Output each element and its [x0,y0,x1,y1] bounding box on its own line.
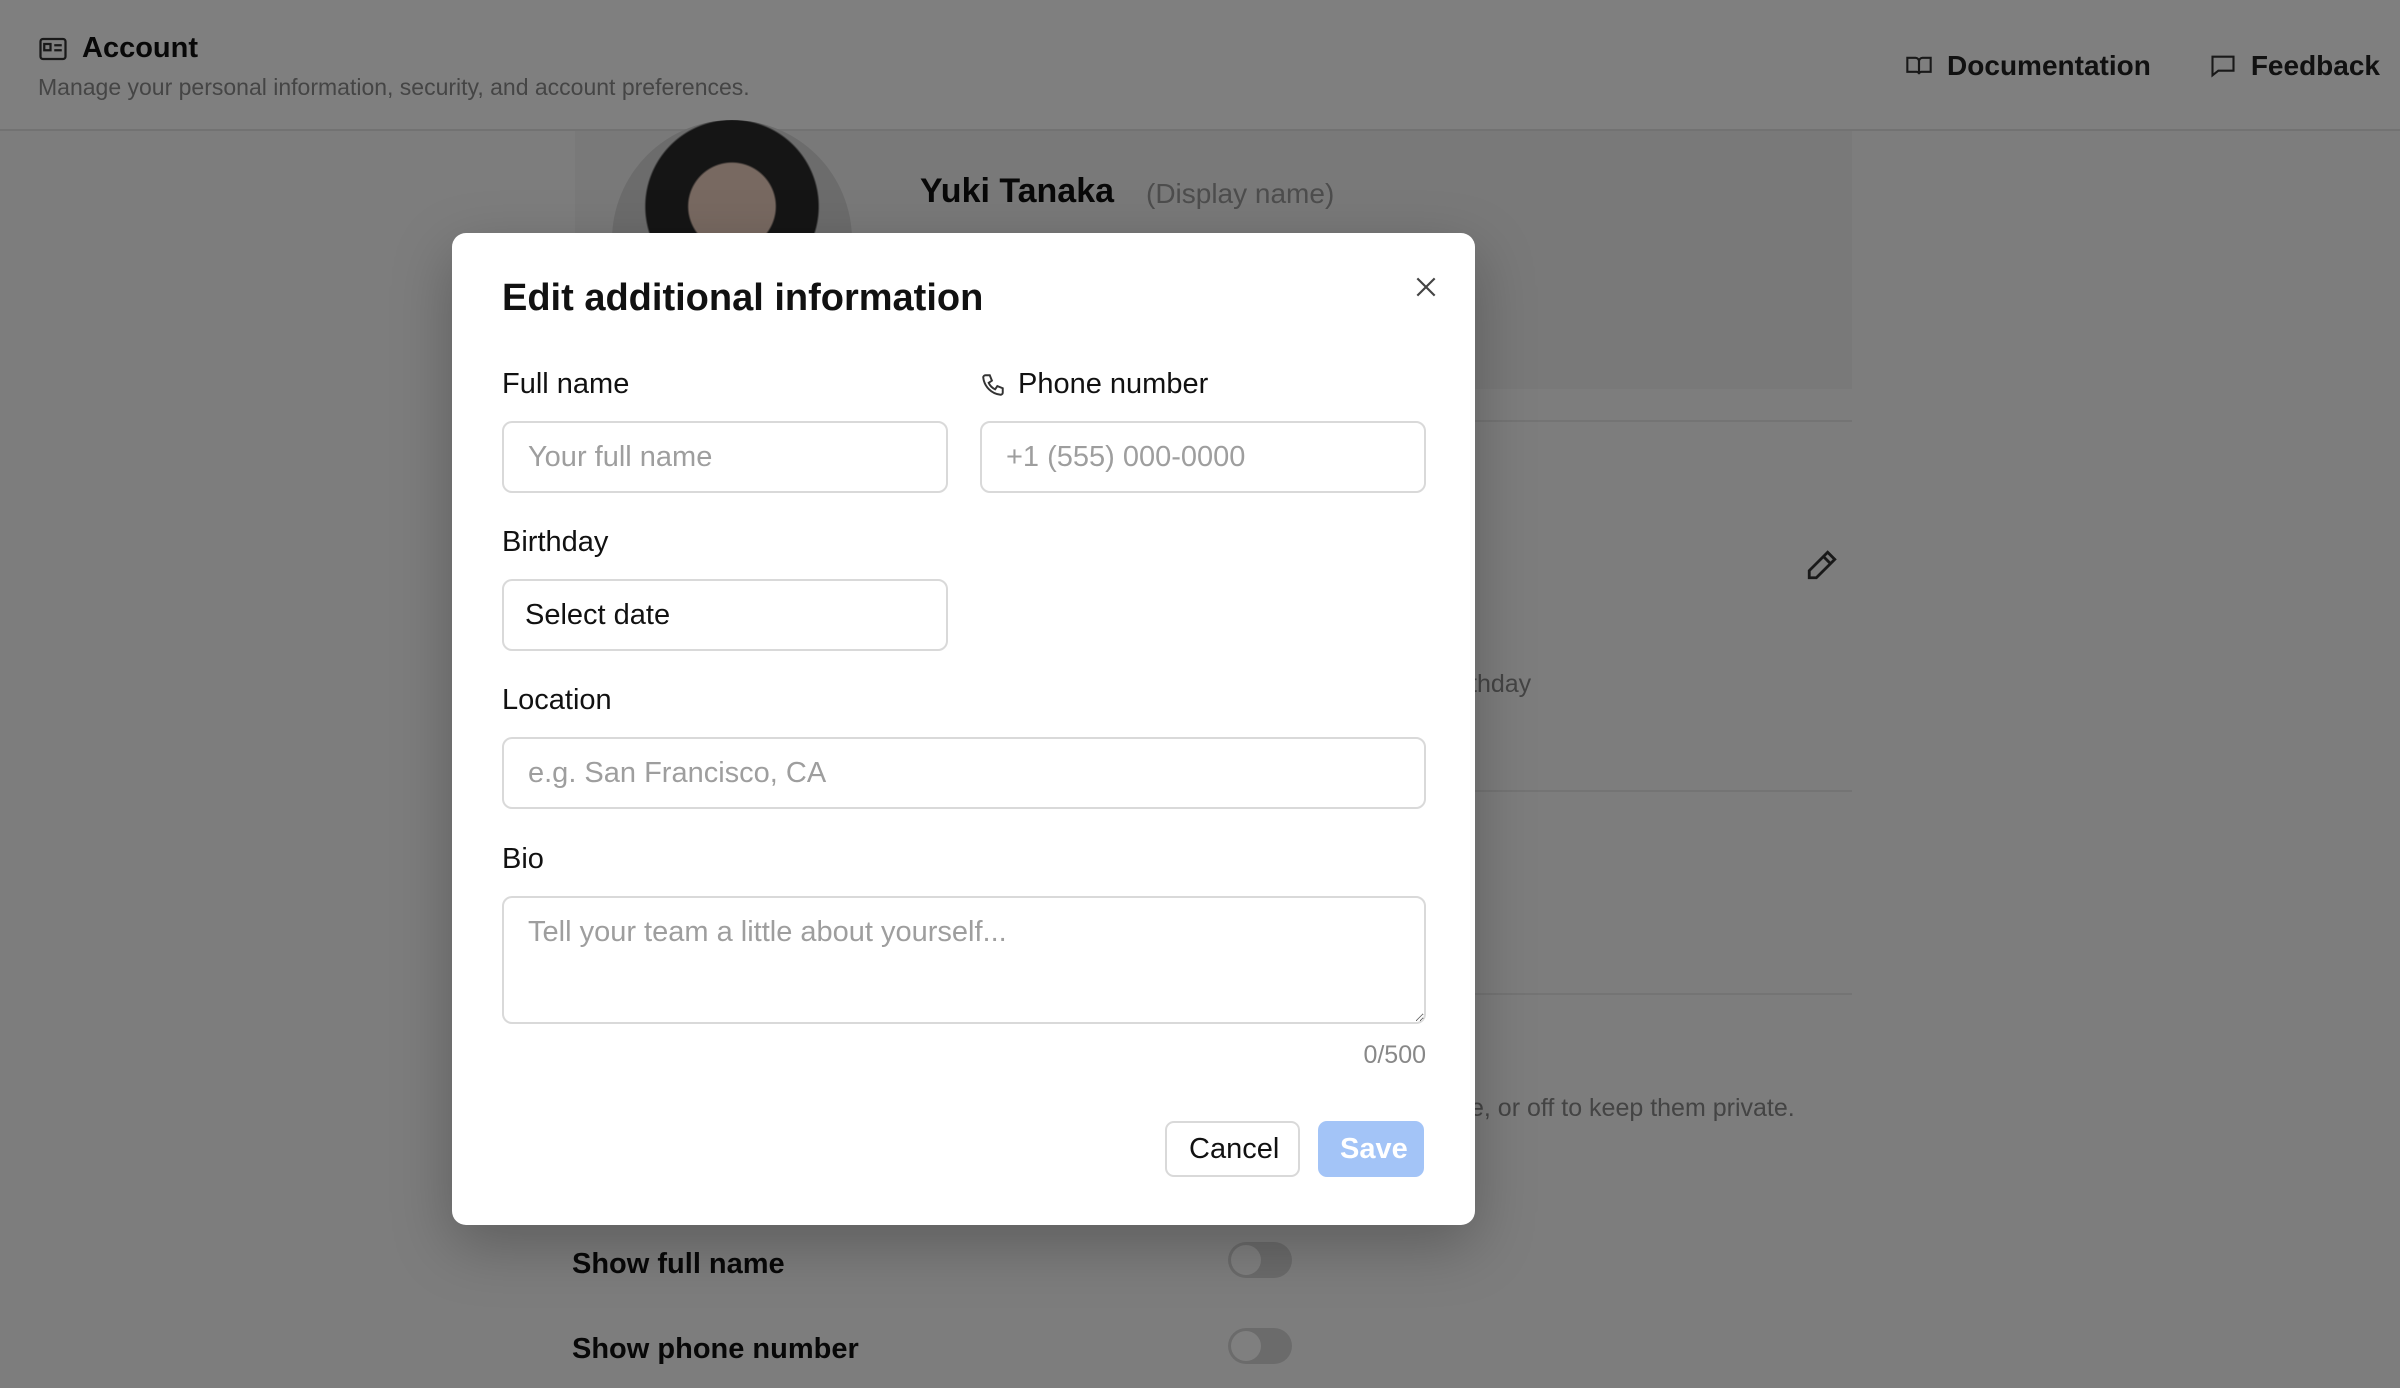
dialog-title: Edit additional information [502,277,984,319]
phone-icon [982,373,1004,396]
edit-info-dialog: Edit additional information Full name Ph… [452,233,1475,1225]
birthday-label-text: Birthday [502,526,609,558]
location-label-text: Location [502,684,612,716]
full-name-input[interactable] [502,421,948,493]
cancel-button[interactable]: Cancel [1165,1121,1300,1177]
close-icon [1416,277,1436,297]
bio-label-text: Bio [502,843,544,875]
full-name-label-text: Full name [502,368,630,400]
birthday-value: Select date [525,598,671,631]
account-page: Account Manage your personal information… [0,0,2400,1388]
bio-textarea[interactable] [502,896,1426,1024]
location-input[interactable] [502,737,1426,809]
bio-label: Bio [502,843,544,876]
birthday-label: Birthday [502,526,608,559]
birthday-date-picker[interactable]: Select date [502,579,948,651]
bio-character-counter: 0/500 [1363,1041,1426,1069]
phone-number-label: Phone number [980,368,1208,401]
phone-number-label-text: Phone number [1018,368,1209,400]
location-label: Location [502,684,612,717]
save-button[interactable]: Save [1318,1121,1424,1177]
close-button[interactable] [1406,267,1446,307]
full-name-label: Full name [502,368,629,401]
phone-number-input[interactable] [980,421,1426,493]
